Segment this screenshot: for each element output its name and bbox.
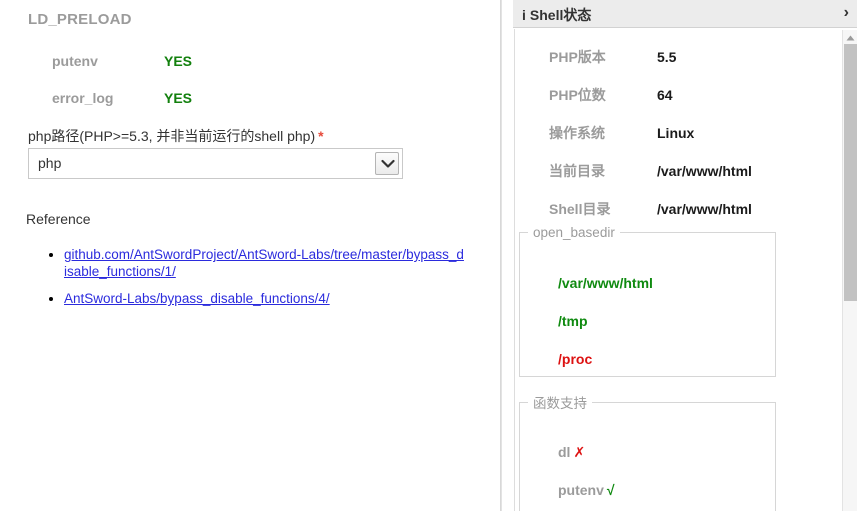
reference-title: Reference	[26, 211, 91, 227]
php-path-label-text: php路径(PHP>=5.3, 并非当前运行的shell php)	[28, 128, 316, 144]
open-basedir-item-3: /proc	[558, 351, 592, 367]
shell-status-title-text: Shell状态	[529, 7, 592, 23]
shell-status-pane: i Shell状态 › PHP版本 5.5 PHP位数 64 操作系统 Linux 当前…	[503, 0, 857, 511]
info-row-current-dir: 当前目录/var/www/html	[549, 161, 752, 181]
reference-link-2[interactable]: AntSword-Labs/bypass_disable_functions/4…	[64, 291, 330, 306]
php-path-selected-value: php	[38, 155, 62, 171]
php-path-field-label: php路径(PHP>=5.3, 并非当前运行的shell php) *	[28, 126, 324, 146]
reference-link-1[interactable]: github.com/AntSwordProject/AntSword-Labs…	[64, 247, 464, 279]
open-basedir-path-1: /var/www/html	[558, 275, 653, 291]
ld-preload-row-error-log: error_log YES	[52, 90, 192, 108]
function-support-group: 函数支持 dl ✗ putenv √	[519, 392, 776, 511]
chevron-right-icon[interactable]: ›	[844, 3, 849, 23]
function-support-item-putenv: putenv √	[558, 482, 615, 498]
ld-preload-key-error-log: error_log	[52, 90, 114, 106]
info-key-current-dir: 当前目录	[549, 163, 605, 179]
open-basedir-legend: open_basedir	[533, 225, 615, 240]
open-basedir-item-2: /tmp	[558, 313, 588, 329]
info-icon: i	[522, 7, 526, 23]
shell-status-title: i Shell状态	[522, 5, 591, 25]
pane-divider	[500, 0, 502, 511]
reference-link-list: github.com/AntSwordProject/AntSword-Labs…	[44, 246, 464, 317]
function-support-legend: 函数支持	[533, 396, 587, 411]
open-basedir-item-1: /var/www/html	[558, 275, 653, 291]
shell-status-header[interactable]: i Shell状态 ›	[513, 0, 857, 28]
ld-preload-value-putenv: YES	[164, 53, 193, 69]
ld-preload-value-error-log: YES	[164, 90, 193, 106]
shell-status-body: PHP版本 5.5 PHP位数 64 操作系统 Linux 当前目录/var/www/…	[514, 29, 841, 511]
info-value-os: Linux	[657, 125, 695, 141]
info-value-php-version: 5.5	[657, 49, 677, 65]
left-form-pane: LD_PRELOAD putenv YES error_log YES php路径(…	[0, 0, 500, 511]
list-item: AntSword-Labs/bypass_disable_functions/4…	[64, 290, 464, 307]
list-item: github.com/AntSwordProject/AntSword-Labs…	[64, 246, 464, 280]
cross-icon: ✗	[573, 444, 586, 460]
ld-preload-heading: LD_PRELOAD	[28, 11, 132, 28]
function-support-item-dl: dl ✗	[558, 444, 585, 461]
info-value-php-bits: 64	[657, 87, 673, 103]
check-icon: √	[606, 482, 615, 498]
ld-preload-key-putenv: putenv	[52, 53, 98, 69]
php-path-select[interactable]: php	[28, 148, 403, 179]
function-name-putenv: putenv	[558, 482, 604, 498]
shell-status-scrollbar[interactable]	[842, 30, 857, 511]
required-asterisk: *	[318, 128, 324, 144]
app-root: LD_PRELOAD putenv YES error_log YES php路径(…	[0, 0, 857, 511]
open-basedir-path-2: /tmp	[558, 313, 588, 329]
info-key-shell-dir: Shell目录	[549, 201, 611, 217]
info-row-php-bits: PHP位数 64	[549, 85, 673, 105]
open-basedir-path-3: /proc	[558, 351, 593, 367]
info-key-php-version: PHP版本	[549, 49, 606, 65]
info-row-os: 操作系统 Linux	[549, 123, 694, 143]
info-key-os: 操作系统	[549, 125, 605, 141]
info-row-php-version: PHP版本 5.5	[549, 47, 676, 67]
ld-preload-row-putenv: putenv YES	[52, 53, 192, 71]
info-row-shell-dir: Shell目录/var/www/html	[549, 199, 752, 219]
open-basedir-group: open_basedir /var/www/html /tmp /proc	[519, 225, 776, 377]
scroll-up-arrow-icon[interactable]	[843, 30, 857, 44]
info-value-shell-dir: /var/www/html	[657, 201, 752, 217]
chevron-down-icon[interactable]	[375, 152, 399, 175]
info-key-php-bits: PHP位数	[549, 87, 606, 103]
scrollbar-thumb[interactable]	[844, 44, 857, 301]
info-value-current-dir: /var/www/html	[657, 163, 752, 179]
function-name-dl: dl	[558, 444, 571, 460]
